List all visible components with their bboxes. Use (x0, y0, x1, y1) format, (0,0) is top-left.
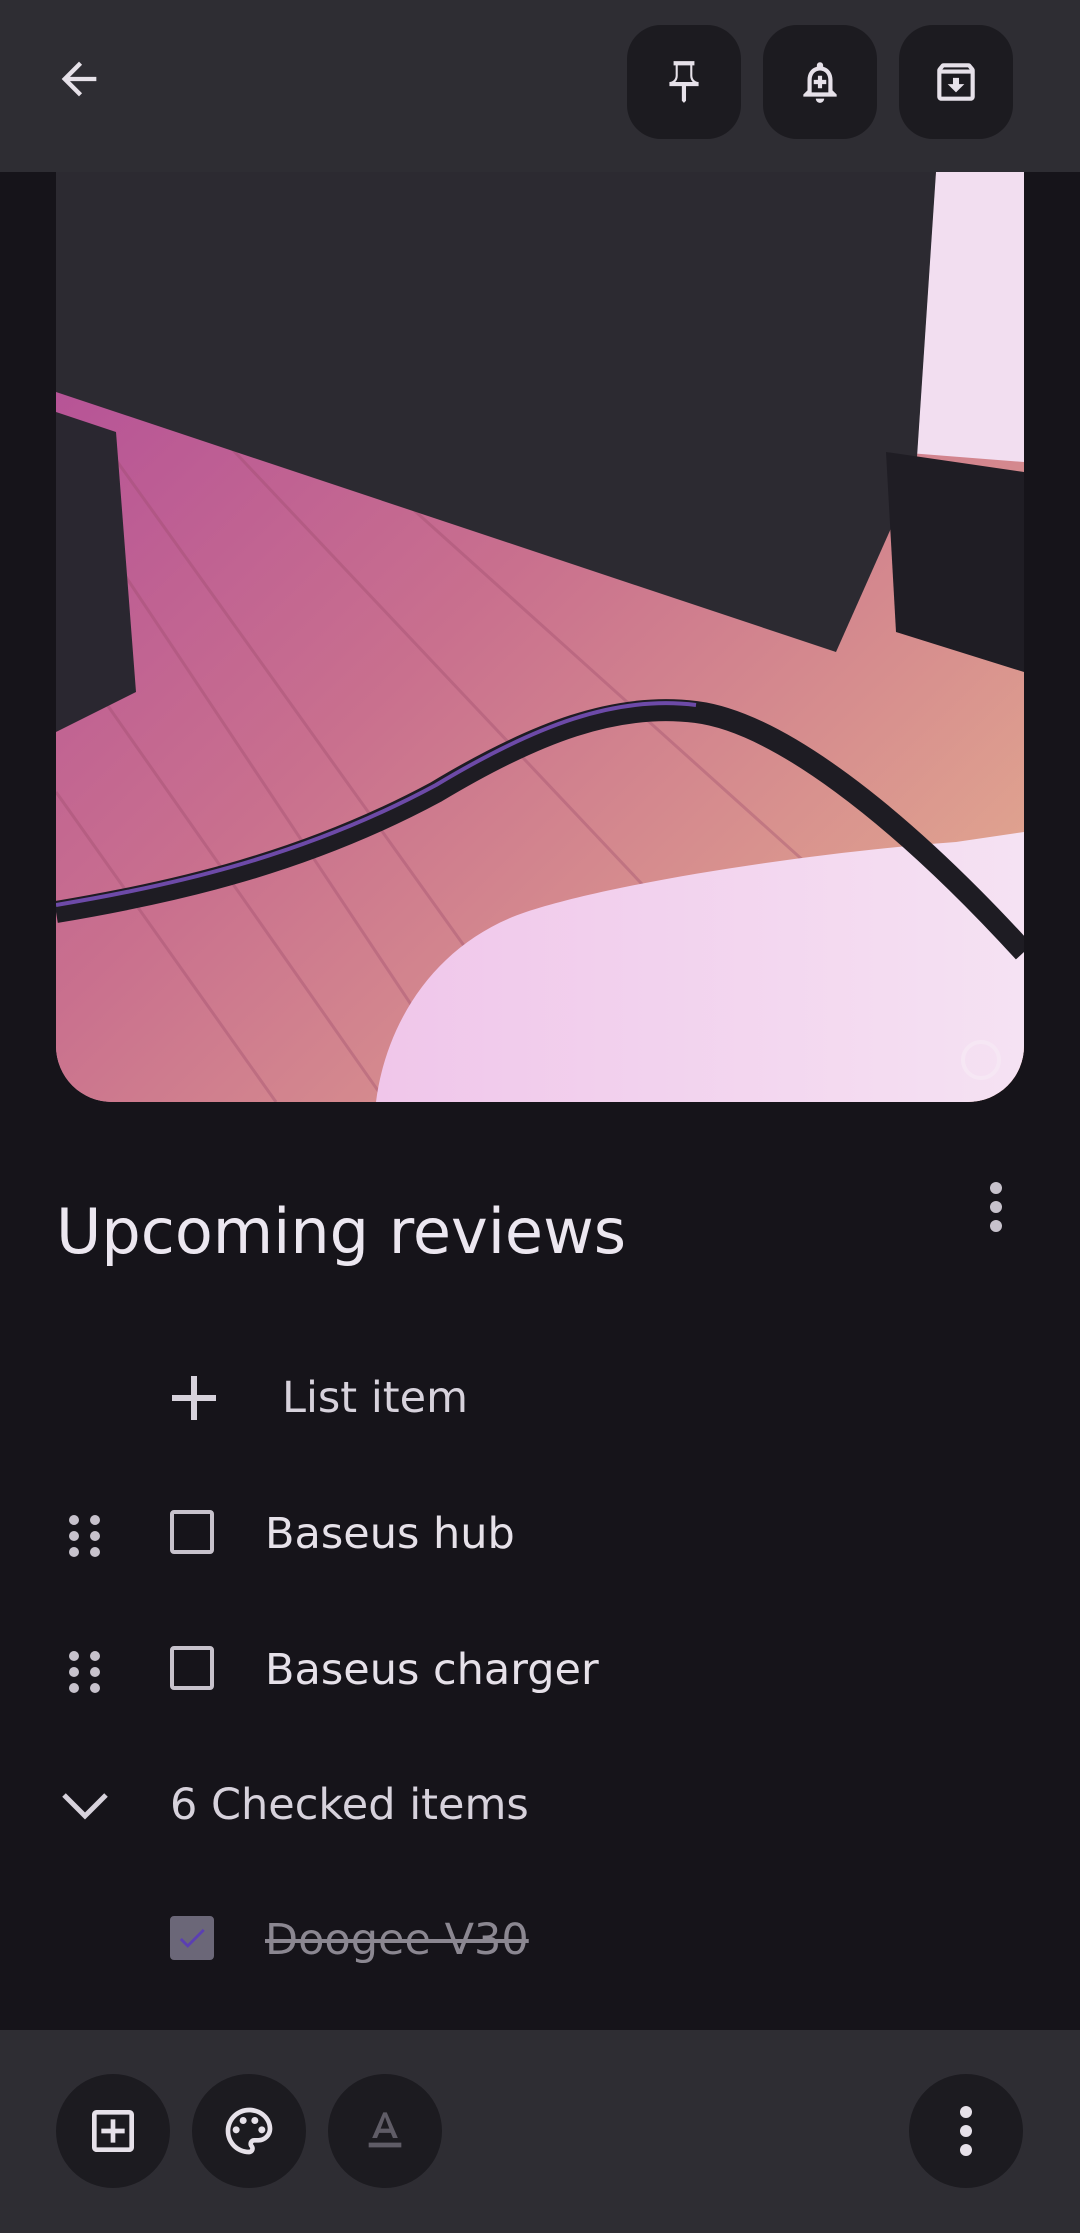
drag-handle-icon[interactable] (64, 1512, 106, 1560)
list-item: Baseus hub (0, 1484, 1080, 1584)
checked-list-item: Doogee V30 (0, 1890, 1080, 1990)
add-content-button[interactable] (56, 2074, 170, 2188)
item-checkbox[interactable] (170, 1510, 214, 1554)
top-app-bar (0, 0, 1080, 172)
palette-icon (225, 2107, 273, 2155)
add-list-item-row[interactable]: List item (0, 1348, 1080, 1448)
text-format-button[interactable] (328, 2074, 442, 2188)
photo-charger-cable (56, 172, 1024, 1102)
chevron-down-icon (62, 1793, 108, 1820)
checked-item-label[interactable]: Doogee V30 (265, 1915, 529, 1965)
more-vert-icon (990, 1182, 1002, 1232)
back-button[interactable] (36, 36, 122, 122)
plus-icon (172, 1376, 216, 1420)
item-checkbox[interactable] (170, 1646, 214, 1690)
arrow-back-icon (61, 61, 97, 97)
item-checkbox-checked[interactable] (170, 1916, 214, 1960)
add-box-icon (92, 2110, 134, 2152)
more-vert-icon (960, 2106, 972, 2156)
reminder-button[interactable] (763, 25, 877, 139)
check-icon (179, 1928, 205, 1948)
more-options-button[interactable] (909, 2074, 1023, 2188)
drag-handle-icon[interactable] (64, 1648, 106, 1696)
archive-icon (937, 63, 975, 101)
list-item-label[interactable]: Baseus hub (265, 1509, 515, 1559)
pin-icon (669, 61, 699, 103)
checked-items-count: 6 Checked items (170, 1780, 529, 1830)
checked-items-toggle[interactable]: 6 Checked items (0, 1755, 1080, 1855)
note-title[interactable]: Upcoming reviews (56, 1195, 626, 1268)
bottom-toolbar (0, 2030, 1080, 2233)
archive-button[interactable] (899, 25, 1013, 139)
text-format-icon (368, 2112, 402, 2148)
list-item: Baseus charger (0, 1620, 1080, 1720)
background-color-button[interactable] (192, 2074, 306, 2188)
add-list-item-label: List item (282, 1373, 468, 1423)
list-item-label[interactable]: Baseus charger (265, 1645, 599, 1695)
note-image[interactable] (56, 172, 1024, 1102)
bell-plus-icon (803, 62, 837, 103)
pin-button[interactable] (627, 25, 741, 139)
note-options-button[interactable] (966, 1172, 1026, 1242)
